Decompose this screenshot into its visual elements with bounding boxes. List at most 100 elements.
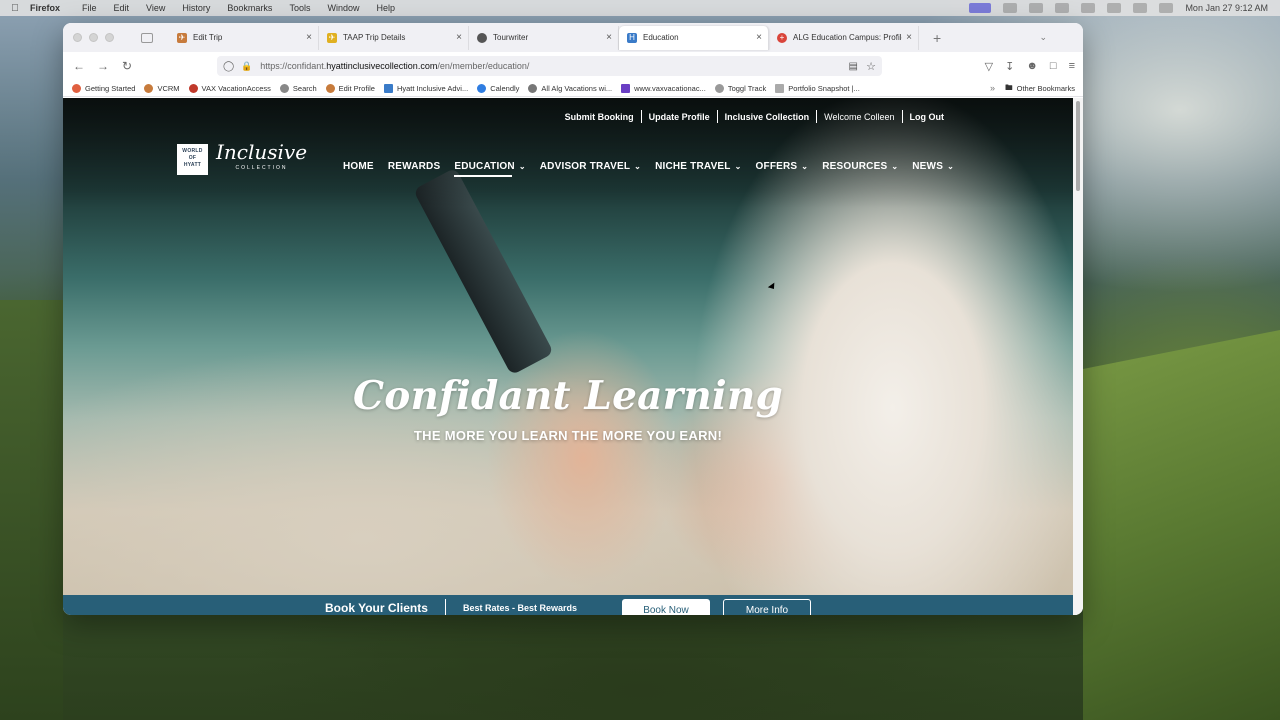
tab-education[interactable]: H Education × [619, 25, 769, 50]
hyatt-icon: H [627, 32, 637, 43]
tourwriter-icon [477, 32, 487, 43]
bookmark-item[interactable]: www.vaxvacationac... [621, 83, 706, 93]
logo-script: Inclusive [216, 139, 308, 164]
lock-icon[interactable]: 🔒 [241, 61, 252, 72]
logo-line: HYATT [183, 162, 202, 168]
bookmark-item[interactable]: Search [279, 83, 317, 93]
bookmark-label: VCRM [157, 83, 180, 93]
bookmark-label: Portfolio Snapshot |... [788, 83, 860, 93]
bookmark-item[interactable]: Edit Profile [325, 83, 375, 93]
extensions-icon[interactable]: □ [1050, 60, 1057, 73]
utility-nav: Submit Booking Update Profile Inclusive … [558, 110, 951, 123]
menu-app-name[interactable]: Firefox [30, 3, 60, 13]
bookmark-item[interactable]: VCRM [144, 83, 180, 93]
chevron-down-icon: ⌄ [634, 162, 642, 171]
control-center-icon[interactable] [1159, 3, 1174, 13]
close-tab-icon[interactable]: × [906, 32, 912, 43]
url-bar[interactable]: ◯ 🔒 https://confidant. hyattinclusivecol… [217, 56, 882, 76]
book-now-button[interactable]: Book Now [622, 599, 710, 615]
screen-share-icon[interactable] [969, 3, 992, 13]
nav-niche-travel[interactable]: NICHE TRAVEL ⌄ [655, 161, 741, 172]
close-tab-icon[interactable]: × [456, 32, 462, 43]
back-icon[interactable]: ← [67, 59, 91, 73]
reader-view-icon[interactable]: ▤ [849, 61, 858, 72]
nav-home[interactable]: HOME [343, 161, 374, 172]
menu-help[interactable]: Help [376, 3, 395, 13]
nav-offers[interactable]: OFFERS ⌄ [756, 161, 809, 172]
close-tab-icon[interactable]: × [756, 32, 762, 43]
inclusive-collection-link[interactable]: Inclusive Collection [718, 112, 817, 122]
nav-label: ADVISOR TRAVEL [539, 161, 631, 172]
bookbar-title: Book Your Clients [325, 601, 428, 615]
tab-tourwriter[interactable]: Tourwriter × [469, 25, 619, 50]
close-window-button[interactable] [73, 33, 82, 42]
menu-icon[interactable]: ≡ [1069, 60, 1075, 73]
bookmark-item[interactable]: Getting Started [72, 83, 135, 93]
update-profile-link[interactable]: Update Profile [642, 112, 717, 122]
battery-icon[interactable] [1081, 3, 1096, 13]
other-bookmarks[interactable]: 🖿 Other Bookmarks [1005, 82, 1075, 95]
submit-booking-link[interactable]: Submit Booking [558, 112, 641, 122]
menu-tools[interactable]: Tools [289, 3, 310, 13]
zoom-window-button[interactable] [105, 33, 114, 42]
bookmark-favicon-icon [714, 83, 724, 93]
menu-file[interactable]: File [82, 3, 97, 13]
menu-view[interactable]: View [146, 3, 165, 13]
nav-education[interactable]: EDUCATION ⌄ [454, 161, 526, 177]
new-tab-icon[interactable]: + [933, 30, 941, 46]
tab-taap-trip-details[interactable]: ✈ TAAP Trip Details × [319, 25, 469, 50]
cloud-icon[interactable] [1029, 3, 1044, 13]
log-out-link[interactable]: Log Out [903, 112, 952, 122]
bookmark-label: All Alg Vacations wi... [541, 83, 613, 93]
minimize-window-button[interactable] [89, 33, 98, 42]
scrollbar-thumb[interactable] [1076, 101, 1080, 191]
nav-resources[interactable]: RESOURCES ⌄ [822, 161, 898, 172]
close-tab-icon[interactable]: × [306, 32, 312, 43]
status-icon[interactable] [1003, 3, 1018, 13]
hyatt-icon [383, 83, 393, 93]
forward-icon[interactable]: → [91, 59, 115, 73]
menu-history[interactable]: History [182, 3, 210, 13]
chevron-down-icon: ⌄ [734, 162, 742, 171]
site-logo[interactable]: WORLD OF HYATT Inclusive COLLECTION [177, 139, 308, 175]
pocket-icon[interactable]: ▽ [985, 60, 993, 73]
tab-edit-trip[interactable]: ✈ Edit Trip × [169, 25, 319, 50]
reload-icon[interactable]: ↻ [115, 59, 139, 73]
bookmark-item[interactable]: Hyatt Inclusive Advi... [383, 83, 468, 93]
tab-bar: ✈ Edit Trip × ✈ TAAP Trip Details × Tour… [63, 23, 1083, 52]
bookmark-item[interactable]: All Alg Vacations wi... [528, 83, 613, 93]
close-tab-icon[interactable]: × [606, 32, 612, 43]
bookmark-item[interactable]: Calendly [477, 83, 519, 93]
shield-icon[interactable]: ◯ [223, 61, 237, 72]
wifi-icon[interactable] [1107, 3, 1122, 13]
downloads-icon[interactable]: ↧ [1005, 60, 1014, 73]
tab-list-icon[interactable] [141, 32, 153, 43]
tab-title: Education [643, 33, 679, 42]
other-bookmarks-label: Other Bookmarks [1016, 83, 1075, 93]
nav-advisor-travel[interactable]: ADVISOR TRAVEL ⌄ [540, 161, 641, 172]
account-icon[interactable]: ☻ [1026, 60, 1038, 73]
menu-edit[interactable]: Edit [114, 3, 130, 13]
menu-window[interactable]: Window [327, 3, 359, 13]
bookmark-label: Edit Profile [338, 83, 375, 93]
bookmark-star-icon[interactable]: ☆ [866, 60, 876, 73]
divider [445, 599, 446, 615]
search-icon[interactable] [1133, 3, 1148, 13]
status-icon[interactable] [1055, 3, 1070, 13]
logo-line: OF [188, 155, 197, 161]
bookmark-item[interactable]: VAX VacationAccess [188, 83, 271, 93]
bookmarks-overflow-icon[interactable]: » [990, 83, 995, 93]
nav-rewards[interactable]: REWARDS [388, 161, 441, 172]
bookmark-item[interactable]: Toggl Track [714, 83, 766, 93]
bookmark-item[interactable]: Portfolio Snapshot |... [775, 83, 860, 93]
tab-alg-education-campus[interactable]: + ALG Education Campus: Profile × [769, 25, 919, 50]
nav-news[interactable]: NEWS ⌄ [912, 161, 954, 172]
apple-icon[interactable]:  [0, 3, 30, 14]
more-info-button[interactable]: More Info [723, 599, 811, 615]
chevron-down-icon[interactable]: ⌄ [1039, 32, 1047, 43]
menubar-clock[interactable]: Mon Jan 27 9:12 AM [1185, 3, 1268, 13]
book-your-clients-bar: Book Your Clients Best Rates - Best Rewa… [63, 595, 1073, 615]
menu-bookmarks[interactable]: Bookmarks [227, 3, 272, 13]
url-prefix: https://confidant. [260, 61, 327, 71]
page-scrollbar[interactable] [1073, 98, 1083, 615]
